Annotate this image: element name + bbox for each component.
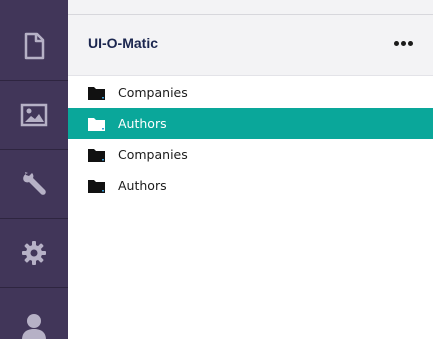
panel-header: UI-O-Matic xyxy=(68,15,433,76)
tree-item-label: Companies xyxy=(118,147,188,162)
wrench-icon xyxy=(23,172,46,195)
tree-item-label: Companies xyxy=(118,85,188,100)
top-strip xyxy=(68,0,433,15)
sidebar-item-media[interactable] xyxy=(0,81,68,150)
sidebar-item-settings[interactable] xyxy=(0,219,68,288)
tree-item-selected[interactable]: Authors xyxy=(68,108,433,139)
app: UI-O-Matic Companies Authors Companies A… xyxy=(0,0,433,339)
more-options-button[interactable] xyxy=(394,41,413,46)
folder-icon xyxy=(88,86,105,100)
tree-item-label: Authors xyxy=(118,116,167,131)
section-sidebar xyxy=(0,0,68,339)
sidebar-item-members[interactable] xyxy=(0,288,68,339)
tree-item[interactable]: Authors xyxy=(68,170,433,201)
tree-item[interactable]: Companies xyxy=(68,77,433,108)
gear-icon xyxy=(22,241,46,265)
panel-title: UI-O-Matic xyxy=(88,35,158,51)
folder-icon xyxy=(88,179,105,193)
tree-item[interactable]: Companies xyxy=(68,139,433,170)
sidebar-item-content[interactable] xyxy=(0,12,68,81)
tree: Companies Authors Companies Authors xyxy=(68,77,433,201)
tree-item-label: Authors xyxy=(118,178,167,193)
more-dot-icon xyxy=(394,41,399,46)
folder-icon xyxy=(88,148,105,162)
folder-icon xyxy=(88,117,105,131)
user-icon xyxy=(22,314,46,339)
document-icon xyxy=(24,32,45,60)
image-icon xyxy=(20,103,48,127)
more-dot-icon xyxy=(408,41,413,46)
more-dot-icon xyxy=(401,41,406,46)
content-tree-panel: UI-O-Matic Companies Authors Companies A… xyxy=(68,0,433,339)
sidebar-item-developer[interactable] xyxy=(0,150,68,219)
